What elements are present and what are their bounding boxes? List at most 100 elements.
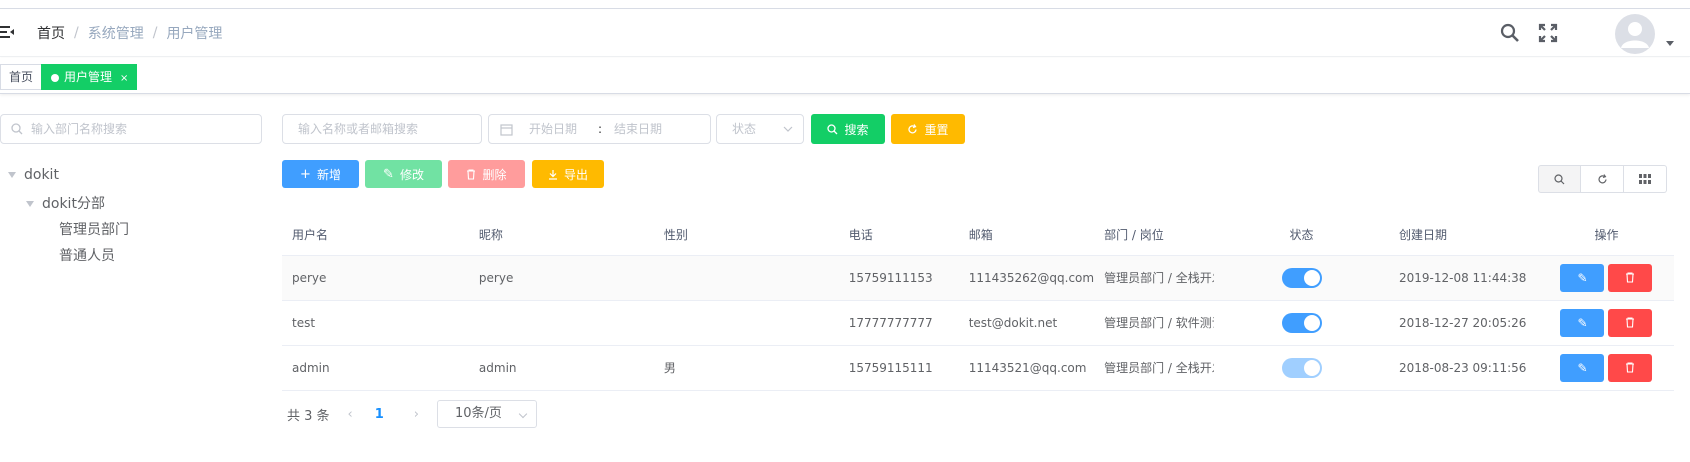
cell-created: 2018-12-27 20:05:26 — [1388, 300, 1539, 346]
cell-email: test@dokit.net — [958, 300, 1095, 346]
dept-search-input[interactable]: 输入部门名称搜索 — [0, 114, 262, 144]
cell-gender — [653, 300, 839, 346]
caret-down-icon[interactable] — [26, 201, 34, 207]
cell-username: perye — [282, 255, 469, 301]
search-icon — [11, 123, 23, 135]
caret-down-icon[interactable] — [8, 172, 16, 178]
tree-node-label: 普通人员 — [59, 248, 115, 264]
breadcrumb: 首页 / 系统管理 / 用户管理 — [37, 23, 222, 43]
date-range-picker[interactable]: 开始日期 : 结束日期 — [488, 114, 711, 144]
status-select[interactable]: 状态 — [716, 114, 804, 144]
toggle-search-button[interactable] — [1538, 165, 1581, 193]
tree-node-label: dokit — [24, 167, 59, 183]
tags-view: 首页 用户管理 × — [0, 58, 1690, 94]
column-header: 电话 — [838, 215, 959, 256]
cell-dept: 管理员部门 / 全栈开发 — [1094, 345, 1215, 391]
cell-status — [1214, 255, 1389, 301]
search-button-label: 搜索 — [844, 122, 869, 137]
tree-node-label: 管理员部门 — [59, 222, 129, 238]
page-size-select[interactable]: 10条/页 — [437, 400, 537, 428]
column-header: 性别 — [653, 215, 839, 256]
cell-status — [1214, 345, 1389, 391]
table-tools — [1538, 165, 1667, 193]
date-end-placeholder: 结束日期 — [614, 122, 663, 136]
fullscreen-icon[interactable] — [1538, 23, 1558, 43]
status-switch[interactable] — [1281, 312, 1322, 333]
tag-home-label: 首页 — [9, 70, 34, 84]
edit-button-label: 修改 — [399, 167, 424, 182]
hamburger-icon[interactable] — [0, 25, 14, 39]
grid-icon — [1639, 174, 1651, 184]
navbar: 首页 / 系统管理 / 用户管理 — [0, 9, 1690, 57]
tree-node-label: dokit分部 — [42, 196, 105, 212]
column-header: 部门 / 岗位 — [1094, 215, 1215, 256]
breadcrumb-users: 用户管理 — [166, 26, 223, 42]
tag-home[interactable]: 首页 — [0, 64, 43, 90]
avatar-icon[interactable] — [1615, 14, 1655, 54]
column-header: 状态 — [1214, 215, 1389, 256]
delete-user-button[interactable]: 删除 — [448, 160, 525, 188]
columns-button[interactable] — [1624, 165, 1667, 193]
cell-dept: 管理员部门 / 全栈开发 — [1094, 255, 1215, 301]
add-user-button[interactable]: + 新增 — [282, 160, 359, 188]
edit-user-button[interactable]: ✎ 修改 — [365, 160, 442, 188]
cell-phone: 15759111153 — [838, 255, 959, 301]
tree-node-staff[interactable]: 普通人员 — [59, 245, 115, 265]
refresh-icon — [908, 123, 918, 133]
breadcrumb-home[interactable]: 首页 — [37, 23, 65, 43]
cell-username: admin — [282, 345, 469, 391]
download-icon — [548, 169, 557, 180]
edit-icon: ✎ — [383, 166, 394, 182]
next-page-button[interactable]: › — [414, 407, 419, 422]
pagination: 共 3 条 ‹ 1 › 10条/页 — [287, 400, 537, 428]
plus-icon: + — [300, 166, 311, 182]
search-icon[interactable] — [1500, 23, 1520, 43]
refresh-button[interactable] — [1581, 165, 1624, 193]
cell-gender: 男 — [653, 345, 839, 391]
tree-node-dokit-branch[interactable]: dokit分部 — [26, 193, 105, 213]
status-switch — [1281, 357, 1322, 378]
date-start-placeholder: 开始日期 — [529, 122, 578, 136]
trash-icon[interactable] — [1608, 353, 1653, 382]
edit-icon[interactable]: ✎ — [1560, 263, 1605, 292]
search-button[interactable]: 搜索 — [811, 114, 885, 144]
pagination-total: 共 3 条 — [287, 408, 330, 424]
cell-nickname: perye — [468, 255, 654, 301]
breadcrumb-system[interactable]: 系统管理 — [88, 23, 144, 43]
cell-nickname — [468, 300, 654, 346]
edit-icon[interactable]: ✎ — [1560, 353, 1605, 382]
table-header-row: 用户名 昵称 性别 电话 邮箱 部门 / 岗位 状态 创建日期 操作 — [282, 215, 1674, 256]
column-header: 用户名 — [282, 215, 469, 256]
tag-user-management[interactable]: 用户管理 × — [41, 64, 138, 90]
table-row[interactable]: perye perye 15759111153 111435262@qq.com… — [282, 255, 1674, 301]
refresh-icon — [1597, 173, 1607, 183]
status-switch[interactable] — [1281, 267, 1322, 288]
date-separator: : — [598, 122, 603, 136]
cell-created: 2019-12-08 11:44:38 — [1388, 255, 1539, 301]
cell-dept: 管理员部门 / 软件测试 — [1094, 300, 1215, 346]
prev-page-button[interactable]: ‹ — [348, 407, 353, 422]
table-row[interactable]: admin admin 男 15759115111 11143521@qq.co… — [282, 345, 1674, 391]
user-table: 用户名 昵称 性别 电话 邮箱 部门 / 岗位 状态 创建日期 操作 perye… — [282, 215, 1674, 391]
caret-down-icon[interactable] — [1666, 41, 1674, 46]
close-icon[interactable]: × — [120, 73, 128, 84]
cell-created: 2018-08-23 09:11:56 — [1388, 345, 1539, 391]
table-row[interactable]: test 17777777777 test@dokit.net 管理员部门 / … — [282, 300, 1674, 346]
cell-phone: 17777777777 — [838, 300, 959, 346]
tree-node-dokit[interactable]: dokit — [8, 167, 59, 183]
export-button[interactable]: 导出 — [532, 160, 604, 188]
trash-icon[interactable] — [1608, 263, 1653, 292]
trash-icon — [467, 168, 476, 180]
delete-button-label: 删除 — [482, 167, 507, 182]
status-placeholder: 状态 — [732, 122, 757, 136]
reset-button[interactable]: 重置 — [891, 114, 965, 144]
cell-nickname: admin — [468, 345, 654, 391]
breadcrumb-separator: / — [74, 25, 79, 41]
page-number[interactable]: 1 — [375, 407, 384, 422]
tree-node-admin-dept[interactable]: 管理员部门 — [59, 219, 129, 239]
name-email-search-input[interactable]: 输入名称或者邮箱搜索 — [282, 114, 482, 144]
trash-icon[interactable] — [1608, 308, 1653, 337]
cell-operations: ✎ — [1538, 300, 1674, 346]
column-header: 邮箱 — [958, 215, 1095, 256]
edit-icon[interactable]: ✎ — [1560, 308, 1605, 337]
